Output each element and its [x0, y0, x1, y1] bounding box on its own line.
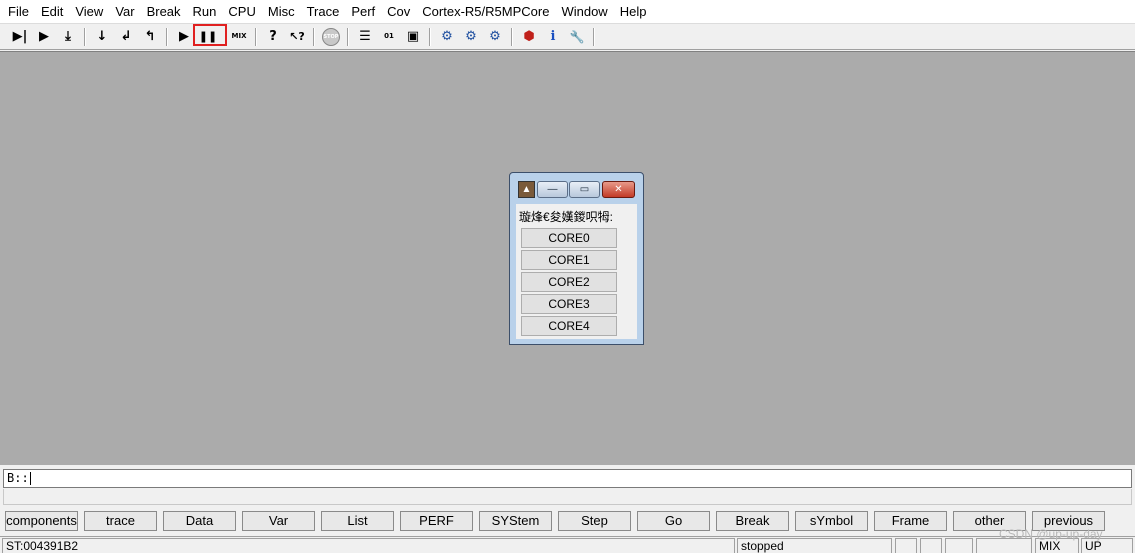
context-help-icon[interactable]: ↖?: [286, 26, 308, 48]
menu-cov[interactable]: Cov: [381, 0, 416, 23]
softkey-go[interactable]: Go: [637, 511, 710, 531]
watermark: CSDN @up-up-day: [999, 527, 1103, 541]
step-out-icon[interactable]: ⤓: [57, 26, 79, 48]
core1-button[interactable]: CORE1: [521, 250, 617, 270]
step-into-icon[interactable]: ▶|: [9, 26, 31, 48]
core-select-dialog: ▲ — ▭ ✕ 璇烽€夋嫨鍐呮牳: CORE0 CORE1 CORE2 CORE…: [509, 172, 644, 345]
menu-trace[interactable]: Trace: [301, 0, 346, 23]
dialog-prompt-label: 璇烽€夋嫨鍐呮牳:: [519, 210, 614, 224]
status-cell-empty: [895, 538, 917, 553]
trace-icon[interactable]: ⚙: [436, 26, 458, 48]
menu-window[interactable]: Window: [555, 0, 613, 23]
menu-var[interactable]: Var: [109, 0, 140, 23]
menu-cpu[interactable]: CPU: [222, 0, 261, 23]
target-icon[interactable]: ⬢: [518, 26, 540, 48]
softkey-var[interactable]: Var: [242, 511, 315, 531]
menu-file[interactable]: File: [0, 0, 35, 23]
menu-break[interactable]: Break: [141, 0, 187, 23]
menu-perf[interactable]: Perf: [345, 0, 381, 23]
go-up-icon[interactable]: ↰: [139, 26, 161, 48]
dialog-titlebar[interactable]: ▲ — ▭ ✕: [510, 173, 643, 203]
softkey-trace[interactable]: trace: [84, 511, 157, 531]
softkey-perf[interactable]: PERF: [400, 511, 473, 531]
minimize-button[interactable]: —: [537, 181, 568, 198]
toolbar-separator: [255, 27, 257, 46]
softkey-frame[interactable]: Frame: [874, 511, 947, 531]
core0-button[interactable]: CORE0: [521, 228, 617, 248]
toolbar-separator: [313, 27, 315, 46]
softkey-list[interactable]: List: [321, 511, 394, 531]
toolbar-separator: [84, 27, 86, 46]
menu-cortex-r5[interactable]: Cortex-R5/R5MPCore: [416, 0, 555, 23]
command-prompt: B::: [7, 471, 29, 485]
maximize-button[interactable]: ▭: [569, 181, 600, 198]
softkey-break[interactable]: Break: [716, 511, 789, 531]
softkey-data[interactable]: Data: [163, 511, 236, 531]
trace-chart-icon[interactable]: ⚙: [460, 26, 482, 48]
break-icon[interactable]: ❚❚: [193, 23, 227, 48]
trace-list-icon[interactable]: ⚙: [484, 26, 506, 48]
status-cell-empty: [920, 538, 942, 553]
softkey-bar: components trace Data Var List PERF SYSt…: [0, 510, 1135, 532]
core3-button[interactable]: CORE3: [521, 294, 617, 314]
menu-edit[interactable]: Edit: [35, 0, 69, 23]
status-state: stopped: [737, 538, 892, 553]
source-mode-icon[interactable]: MIX: [228, 26, 250, 48]
step-over-icon[interactable]: ▶: [33, 26, 55, 48]
softkey-symbol[interactable]: sYmbol: [795, 511, 868, 531]
softkey-system[interactable]: SYStem: [479, 511, 552, 531]
status-bar: ST:004391B2 stopped MIX UP: [0, 536, 1135, 553]
settings-icon[interactable]: 🔧: [566, 26, 588, 48]
close-button[interactable]: ✕: [602, 181, 635, 198]
return-icon[interactable]: ↲: [115, 26, 137, 48]
go-down-icon[interactable]: ↓: [91, 26, 113, 48]
menu-view[interactable]: View: [69, 0, 109, 23]
softkey-step[interactable]: Step: [558, 511, 631, 531]
toolbar-separator: [511, 27, 513, 46]
register-icon[interactable]: ▣: [402, 26, 424, 48]
text-caret: [29, 472, 31, 485]
toolbar-separator: [347, 27, 349, 46]
toolbar: ▶| ▶ ⤓ ↓ ↲ ↰ ▶ ❚❚ MIX ? ↖? STOP ☰ 01 ▣ ⚙…: [0, 23, 1135, 50]
status-cell-empty: [945, 538, 973, 553]
menu-misc[interactable]: Misc: [262, 0, 301, 23]
menu-bar: File Edit View Var Break Run CPU Misc Tr…: [0, 0, 1135, 24]
stop-sign: STOP: [322, 27, 340, 46]
core4-button[interactable]: CORE4: [521, 316, 617, 336]
list-icon[interactable]: ☰: [354, 26, 376, 48]
command-input[interactable]: B::: [3, 469, 1132, 488]
command-message-area: [3, 489, 1132, 505]
menu-help[interactable]: Help: [614, 0, 653, 23]
app-icon: ▲: [518, 181, 535, 198]
toolbar-separator: [166, 27, 168, 46]
stop-icon[interactable]: STOP: [320, 26, 342, 48]
menu-run[interactable]: Run: [187, 0, 223, 23]
softkey-components[interactable]: components: [5, 511, 78, 531]
status-address: ST:004391B2: [2, 538, 735, 553]
dump-icon[interactable]: 01: [378, 26, 400, 48]
toolbar-separator: [429, 27, 431, 46]
core2-button[interactable]: CORE2: [521, 272, 617, 292]
go-icon[interactable]: ▶: [173, 26, 195, 48]
info-icon[interactable]: i: [542, 26, 564, 48]
toolbar-separator: [593, 27, 595, 46]
help-icon[interactable]: ?: [262, 26, 284, 48]
dialog-body: 璇烽€夋嫨鍐呮牳: CORE0 CORE1 CORE2 CORE3 CORE4: [516, 204, 637, 339]
